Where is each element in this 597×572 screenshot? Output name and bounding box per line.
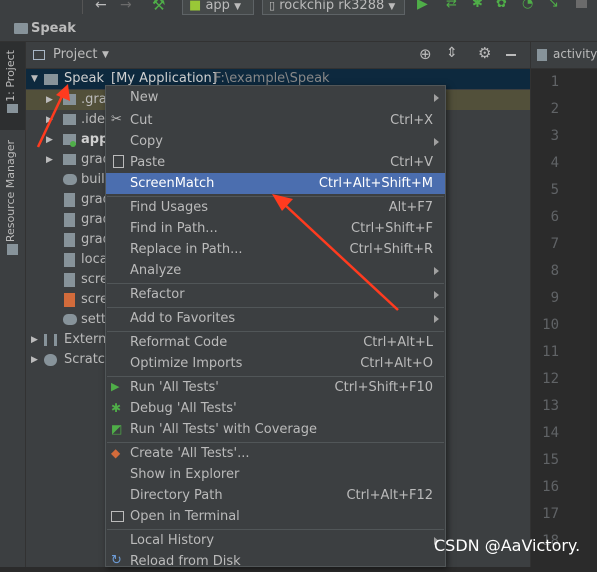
- annotation-arrow-1: [36, 93, 65, 148]
- annotation-arrow-1-head: [56, 84, 70, 101]
- annotation-arrow-2: [284, 204, 399, 311]
- annotation-arrows: [36, 84, 399, 311]
